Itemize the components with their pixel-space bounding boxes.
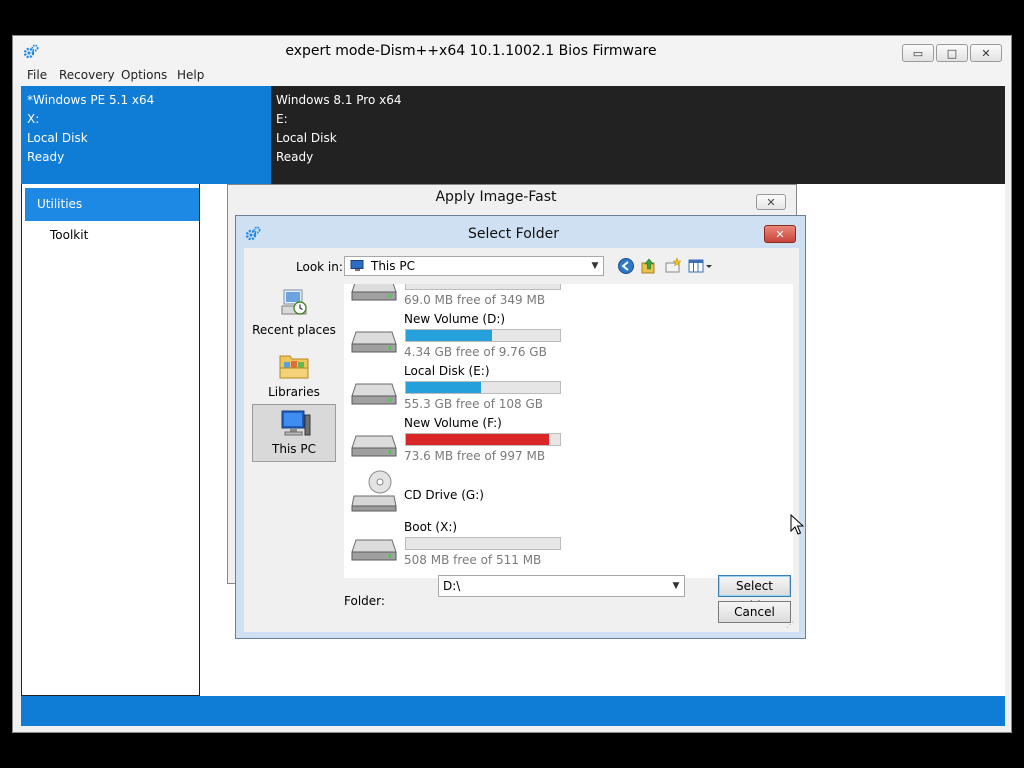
up-folder-icon[interactable] — [640, 257, 658, 275]
sidebar-item-toolkit[interactable]: Toolkit — [50, 228, 88, 242]
look-in-dropdown[interactable]: This PC ▼ — [344, 256, 604, 276]
recent-places-icon — [281, 289, 307, 315]
drive-name: New Volume (F:) — [404, 416, 502, 430]
hard-drive-icon — [351, 383, 397, 405]
place-label: Libraries — [268, 385, 320, 399]
drive-item[interactable]: New Volume (F:) 73.6 MB free of 997 MB — [344, 416, 774, 468]
sidebar-item-utilities[interactable]: Utilities — [25, 188, 199, 221]
menu-help[interactable]: Help — [177, 68, 204, 82]
drive-usage-fill — [406, 382, 482, 393]
resize-grip-icon[interactable]: ⋰ — [786, 620, 796, 630]
drive-free-space: 69.0 MB free of 349 MB — [404, 293, 546, 307]
drive-name: New Volume (D:) — [404, 312, 506, 326]
hard-drive-icon — [351, 284, 397, 301]
session-disk-type: Local Disk — [27, 131, 88, 145]
minimize-button[interactable]: ▭ — [902, 44, 934, 62]
session-os-name: Windows 8.1 Pro x64 — [276, 93, 402, 107]
close-button[interactable]: ✕ — [970, 44, 1002, 62]
session-disk-type: Local Disk — [276, 131, 337, 145]
place-libraries[interactable]: Libraries — [252, 346, 336, 404]
session-os-name: *Windows PE 5.1 x64 — [27, 93, 155, 107]
drive-free-space: 73.6 MB free of 997 MB — [404, 449, 546, 463]
drive-usage-bar — [405, 381, 561, 394]
title-bar[interactable]: expert mode-Dism++x64 10.1.1002.1 Bios F… — [13, 36, 1011, 66]
place-recent-places[interactable]: Recent places — [252, 284, 336, 342]
hard-drive-icon — [351, 539, 397, 561]
dialog-client: Look in: This PC ▼ Recent places Librari… — [244, 248, 799, 632]
session-panel-pe[interactable]: *Windows PE 5.1 x64 X: Local Disk Ready — [21, 86, 271, 184]
sidebar: Utilities Toolkit — [21, 184, 200, 696]
computer-icon — [350, 260, 364, 271]
drive-name: Boot (X:) — [404, 520, 458, 534]
drive-free-space: 508 MB free of 511 MB — [404, 553, 542, 567]
session-status: Ready — [27, 150, 65, 164]
session-drive: X: — [27, 112, 40, 126]
hard-drive-icon — [351, 331, 397, 353]
drive-usage-bar — [405, 537, 561, 550]
place-this-pc[interactable]: This PC — [252, 404, 336, 462]
cancel-button[interactable]: Cancel — [718, 601, 791, 623]
close-icon: ✕ — [766, 195, 776, 209]
places-bar: Recent places Libraries This PC — [250, 284, 338, 578]
folder-value: D:\ — [443, 579, 461, 593]
drive-usage-bar — [405, 433, 561, 446]
look-in-value: This PC — [371, 259, 415, 273]
close-icon: ✕ — [775, 227, 785, 241]
cd-drive-icon — [351, 470, 397, 512]
drive-usage-bar — [405, 284, 561, 290]
this-pc-icon — [281, 410, 311, 436]
drive-item[interactable]: CD Drive (G:) — [344, 468, 774, 520]
menu-recovery[interactable]: Recovery — [59, 68, 115, 82]
chevron-down-icon[interactable]: ▼ — [668, 577, 684, 595]
session-drive: E: — [276, 112, 288, 126]
drive-name: CD Drive (G:) — [404, 488, 484, 502]
close-icon: ✕ — [981, 46, 991, 60]
select-folder-dialog: Select Folder ✕ Look in: This PC ▼ Recen… — [235, 215, 806, 639]
window-title: expert mode-Dism++x64 10.1.1002.1 Bios F… — [285, 43, 657, 59]
drive-usage-fill — [406, 330, 493, 341]
view-menu-icon[interactable] — [688, 257, 714, 275]
back-icon[interactable] — [617, 257, 635, 275]
drive-item[interactable]: Boot (X:) 508 MB free of 511 MB — [344, 520, 774, 572]
libraries-icon — [279, 355, 309, 379]
drive-free-space: 55.3 GB free of 108 GB — [404, 397, 543, 411]
minimize-icon: ▭ — [912, 46, 924, 60]
place-label: Recent places — [252, 323, 336, 337]
drive-name: Local Disk (E:) — [404, 364, 490, 378]
look-in-label: Look in: — [296, 260, 343, 274]
apply-close-button[interactable]: ✕ — [756, 194, 786, 210]
mouse-cursor-icon — [790, 514, 804, 535]
menu-bar: File Recovery Options Help — [13, 66, 1011, 86]
hard-drive-icon — [351, 435, 397, 457]
drive-item[interactable]: New Volume (D:) 4.34 GB free of 9.76 GB — [344, 312, 774, 364]
drive-usage-fill — [406, 434, 550, 445]
folder-input[interactable]: D:\ ▼ — [438, 575, 685, 597]
maximize-icon: □ — [946, 46, 958, 60]
session-panel-win81[interactable]: Windows 8.1 Pro x64 E: Local Disk Ready — [271, 86, 1005, 184]
apply-window-title: Apply Image-Fast — [435, 189, 557, 205]
status-bar — [21, 696, 1005, 726]
menu-file[interactable]: File — [27, 68, 47, 82]
folder-list[interactable]: 69.0 MB free of 349 MB New Volume (D:) 4.3… — [344, 284, 793, 578]
folder-label: Folder: — [344, 594, 385, 608]
dialog-title: Select Folder — [468, 226, 559, 242]
new-folder-icon[interactable] — [664, 257, 682, 275]
place-label: This PC — [272, 442, 316, 456]
chevron-down-icon: ▼ — [591, 261, 599, 271]
menu-options[interactable]: Options — [121, 68, 167, 82]
drive-item[interactable]: 69.0 MB free of 349 MB — [344, 284, 774, 312]
maximize-button[interactable]: □ — [936, 44, 968, 62]
dialog-close-button[interactable]: ✕ — [764, 225, 796, 243]
session-status: Ready — [276, 150, 314, 164]
drive-free-space: 4.34 GB free of 9.76 GB — [404, 345, 547, 359]
select-folder-button[interactable]: Select Folder — [718, 575, 791, 613]
drive-usage-bar — [405, 329, 561, 342]
drive-item[interactable]: Local Disk (E:) 55.3 GB free of 108 GB — [344, 364, 774, 416]
